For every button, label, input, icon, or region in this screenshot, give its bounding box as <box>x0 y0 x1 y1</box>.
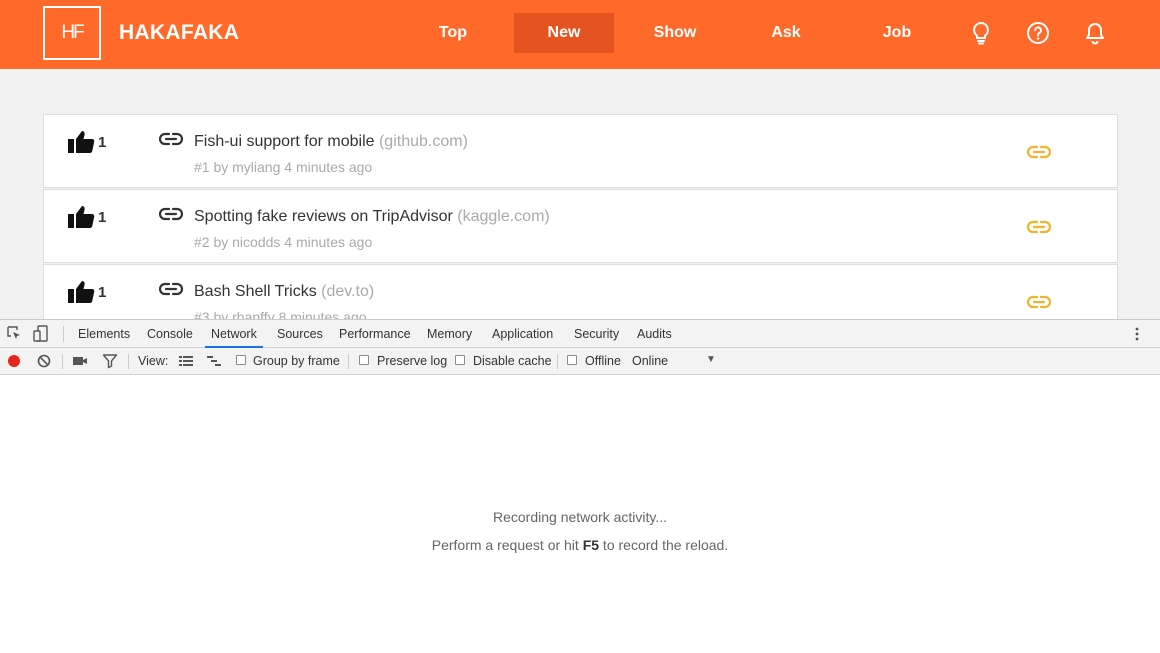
link-icon <box>158 282 184 300</box>
hint-text-post: to record the reload. <box>599 537 729 553</box>
nav-job[interactable]: Job <box>847 13 947 53</box>
tab-sources[interactable]: Sources <box>277 320 323 348</box>
external-link-icon[interactable] <box>1026 220 1053 236</box>
nav-new[interactable]: New <box>514 13 614 53</box>
story-meta: #2 by nicodds 4 minutes ago <box>194 234 373 250</box>
app-header: HF HAKAFAKA Top New Show Ask Job <box>0 0 1160 69</box>
hint-text-pre: Perform a request or hit <box>431 537 583 553</box>
vote-count: 1 <box>98 284 107 301</box>
story-list: 1 Fish-ui support for mobile (github.com… <box>43 114 1118 319</box>
preserve-log-checkbox[interactable] <box>359 355 369 365</box>
logo[interactable]: HF <box>43 6 101 60</box>
story-title[interactable]: Fish-ui support for mobile (github.com) <box>194 133 468 151</box>
lightbulb-icon[interactable] <box>968 20 994 46</box>
vote-count: 1 <box>98 134 107 151</box>
throttling-select[interactable]: Online <box>632 354 668 368</box>
toolbar-divider <box>63 326 64 342</box>
thumbs-up-icon[interactable] <box>67 280 95 304</box>
offline-label[interactable]: Offline <box>585 354 621 368</box>
story-title-text[interactable]: Spotting fake reviews on TripAdvisor <box>194 208 453 225</box>
external-link-icon[interactable] <box>1026 145 1053 161</box>
devtools-panel: Elements Console Network Sources Perform… <box>0 319 1160 653</box>
group-by-frame-label[interactable]: Group by frame <box>253 354 340 368</box>
story-domain: (dev.to) <box>321 283 375 300</box>
toolbar-divider <box>348 354 349 369</box>
story-title-text[interactable]: Fish-ui support for mobile <box>194 133 375 150</box>
link-icon <box>158 207 184 225</box>
device-toolbar-icon[interactable] <box>33 325 51 343</box>
preserve-log-label[interactable]: Preserve log <box>377 354 447 368</box>
empty-state-title: Recording network activity... <box>492 509 668 525</box>
tab-security[interactable]: Security <box>574 320 619 348</box>
more-options-icon[interactable] <box>1132 325 1142 343</box>
link-icon <box>158 132 184 150</box>
disable-cache-label[interactable]: Disable cache <box>473 354 552 368</box>
story-item: 1 Spotting fake reviews on TripAdvisor (… <box>43 189 1118 263</box>
hint-key: F5 <box>582 537 600 553</box>
offline-checkbox[interactable] <box>567 355 577 365</box>
story-title[interactable]: Spotting fake reviews on TripAdvisor (ka… <box>194 208 550 226</box>
empty-state-hint: Perform a request or hit F5 to record th… <box>0 537 1160 553</box>
story-title-text[interactable]: Bash Shell Tricks <box>194 283 317 300</box>
toolbar-divider <box>128 354 129 369</box>
screenshot-camera-icon[interactable] <box>72 353 88 369</box>
clear-icon[interactable] <box>36 353 52 369</box>
tab-console[interactable]: Console <box>147 320 193 348</box>
tab-audits[interactable]: Audits <box>637 320 672 348</box>
group-by-frame-checkbox[interactable] <box>236 355 246 365</box>
nav-top[interactable]: Top <box>403 13 503 53</box>
tab-application[interactable]: Application <box>492 320 553 348</box>
nav-show[interactable]: Show <box>625 13 725 53</box>
view-label: View: <box>138 354 169 368</box>
logo-text: HF <box>61 22 84 43</box>
external-link-icon[interactable] <box>1026 295 1053 311</box>
record-icon[interactable] <box>6 353 22 369</box>
nav-ask[interactable]: Ask <box>736 13 836 53</box>
thumbs-up-icon[interactable] <box>67 205 95 229</box>
toolbar-divider <box>62 354 63 369</box>
devtools-tab-bar: Elements Console Network Sources Perform… <box>0 320 1160 348</box>
brand-name[interactable]: HAKAFAKA <box>119 21 239 45</box>
large-rows-icon[interactable] <box>178 353 194 369</box>
tab-network[interactable]: Network <box>205 320 263 348</box>
network-toolbar: View: Group by frame Preserve log Disabl… <box>0 348 1160 375</box>
story-item: 1 Fish-ui support for mobile (github.com… <box>43 114 1118 188</box>
story-domain: (kaggle.com) <box>457 208 550 225</box>
waterfall-icon[interactable] <box>206 353 222 369</box>
thumbs-up-icon[interactable] <box>67 130 95 154</box>
story-title[interactable]: Bash Shell Tricks (dev.to) <box>194 283 374 301</box>
inspect-element-icon[interactable] <box>6 325 24 343</box>
disable-cache-checkbox[interactable] <box>455 355 465 365</box>
vote-count: 1 <box>98 209 107 226</box>
story-domain: (github.com) <box>378 133 468 150</box>
help-icon[interactable] <box>1025 20 1051 46</box>
story-meta: #3 by rhanffy 8 minutes ago <box>194 309 367 319</box>
bell-icon[interactable] <box>1082 20 1108 46</box>
tab-performance[interactable]: Performance <box>339 320 411 348</box>
filter-icon[interactable] <box>102 353 118 369</box>
story-item: 1 Bash Shell Tricks (dev.to) #3 by rhanf… <box>43 264 1118 319</box>
tab-memory[interactable]: Memory <box>427 320 472 348</box>
toolbar-divider <box>557 354 558 369</box>
story-meta: #1 by myliang 4 minutes ago <box>194 159 373 175</box>
dropdown-arrow-icon[interactable]: ▼ <box>706 354 716 365</box>
tab-elements[interactable]: Elements <box>78 320 130 348</box>
